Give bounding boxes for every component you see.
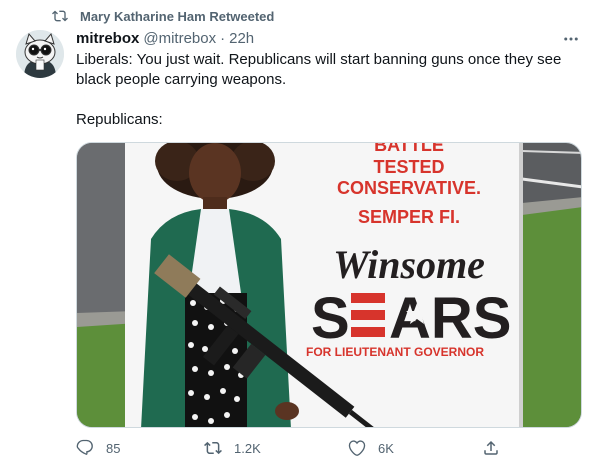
tweet-header: mitrebox @mitrebox · 22h [76, 30, 254, 47]
reply-count: 85 [106, 440, 121, 456]
author-name[interactable]: mitrebox [76, 30, 139, 47]
timestamp[interactable]: 22h [229, 30, 254, 47]
retweet-button[interactable]: 1.2K [204, 439, 261, 457]
retweet-icon [204, 441, 222, 455]
sign-last-name-s: S [311, 286, 350, 351]
retweet-icon [52, 10, 68, 22]
tweet-paragraph: Republicans: [76, 111, 163, 128]
sign-last-name-rest: ARS [389, 286, 511, 351]
like-count: 6K [378, 440, 394, 456]
tweet-text: Liberals: You just wait. Republicans wil… [76, 50, 576, 130]
campaign-sign-photo: BATTLE TESTED CONSERVATIVE. SEMPER FI. W… [77, 143, 581, 427]
separator: · [220, 30, 226, 47]
avatar[interactable] [16, 30, 64, 78]
share-button[interactable] [482, 439, 500, 457]
tweet-actions: 85 1.2K 6K [76, 439, 506, 459]
retweet-label: Mary Katharine Ham Retweeted [80, 8, 275, 24]
reply-button[interactable]: 85 [76, 439, 120, 457]
retweet-context[interactable]: Mary Katharine Ham Retweeted [52, 8, 274, 24]
tweet-paragraph: Liberals: You just wait. Republicans wil… [76, 51, 562, 88]
sign-line-4: SEMPER FI. [358, 207, 460, 227]
more-dots-icon [564, 37, 578, 41]
cartoon-cat-avatar-icon [16, 30, 64, 78]
tweet[interactable]: Mary Katharine Ham Retweeted mitrebox @m… [0, 0, 598, 471]
more-button[interactable] [560, 28, 582, 50]
heart-icon [348, 440, 366, 456]
retweet-count: 1.2K [234, 440, 261, 456]
author-handle[interactable]: @mitrebox [143, 30, 216, 47]
sign-subtitle: FOR LIEUTENANT GOVERNOR [306, 345, 484, 359]
tweet-photo[interactable]: BATTLE TESTED CONSERVATIVE. SEMPER FI. W… [76, 142, 582, 428]
like-button[interactable]: 6K [348, 439, 394, 457]
share-icon [484, 440, 498, 455]
flag-e-glyph [351, 293, 385, 337]
sign-line-1: BATTLE [374, 143, 444, 155]
reply-icon [76, 439, 93, 455]
sign-first-name: Winsome [333, 242, 485, 287]
sign-line-3: CONSERVATIVE. [337, 178, 481, 198]
sign-line-2: TESTED [373, 157, 444, 177]
